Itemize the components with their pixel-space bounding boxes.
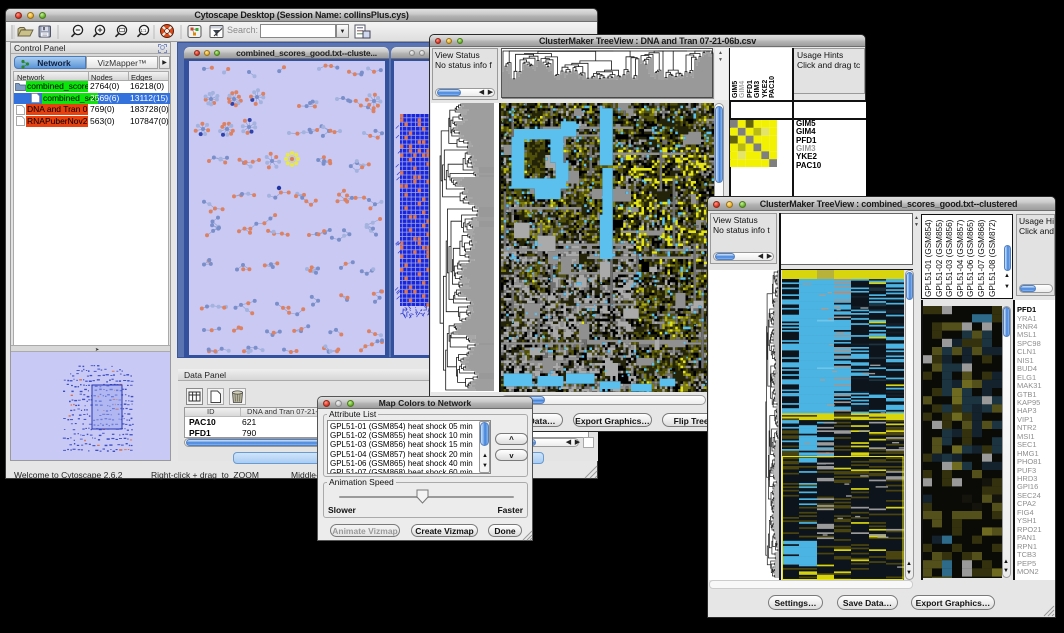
svg-text:1:1: 1:1 — [141, 28, 147, 33]
